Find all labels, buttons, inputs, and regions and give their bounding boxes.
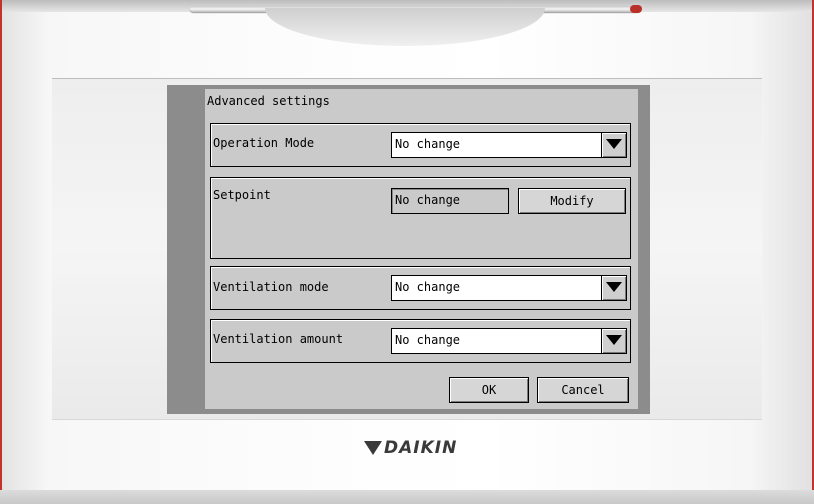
- operation-mode-select[interactable]: No change: [391, 132, 627, 158]
- operation-mode-value: No change: [395, 137, 461, 151]
- ventilation-amount-dropdown-button[interactable]: [601, 329, 626, 353]
- modify-button[interactable]: Modify: [518, 188, 626, 214]
- ok-button[interactable]: OK: [449, 377, 529, 403]
- daikin-logo-icon: [364, 441, 382, 455]
- operation-mode-label: Operation Mode: [213, 136, 315, 150]
- device-bottom-edge: [0, 490, 814, 504]
- ventilation-mode-group: Ventilation mode No change: [210, 266, 631, 310]
- ventilation-amount-label: Ventilation amount: [213, 332, 344, 346]
- ventilation-mode-value: No change: [395, 280, 461, 294]
- screen-title: Advanced settings: [207, 94, 330, 108]
- triangle-down-icon: [606, 335, 622, 345]
- triangle-down-icon: [606, 282, 622, 292]
- operation-mode-group: Operation Mode No change: [210, 123, 631, 167]
- setpoint-value: No change: [395, 193, 461, 207]
- device-edge-left: [0, 0, 2, 504]
- ventilation-mode-label: Ventilation mode: [213, 280, 329, 294]
- ventilation-amount-group: Ventilation amount No change: [210, 319, 631, 363]
- setpoint-group: Setpoint No change Modify: [210, 177, 631, 259]
- ventilation-amount-value: No change: [395, 333, 461, 347]
- daikin-logo: DAIKIN: [364, 438, 457, 462]
- advanced-settings-screen: Advanced settings Operation Mode No chan…: [205, 89, 638, 409]
- ventilation-mode-select[interactable]: No change: [391, 275, 627, 301]
- cancel-button[interactable]: Cancel: [537, 377, 629, 403]
- operation-mode-dropdown-button[interactable]: [601, 133, 626, 157]
- setpoint-label: Setpoint: [213, 188, 271, 202]
- setpoint-value-field: No change: [391, 188, 509, 214]
- ventilation-amount-select[interactable]: No change: [391, 328, 627, 354]
- ventilation-mode-dropdown-button[interactable]: [601, 276, 626, 300]
- triangle-down-icon: [606, 139, 622, 149]
- brand-name: DAIKIN: [384, 438, 458, 458]
- stylus-tip: [630, 5, 642, 13]
